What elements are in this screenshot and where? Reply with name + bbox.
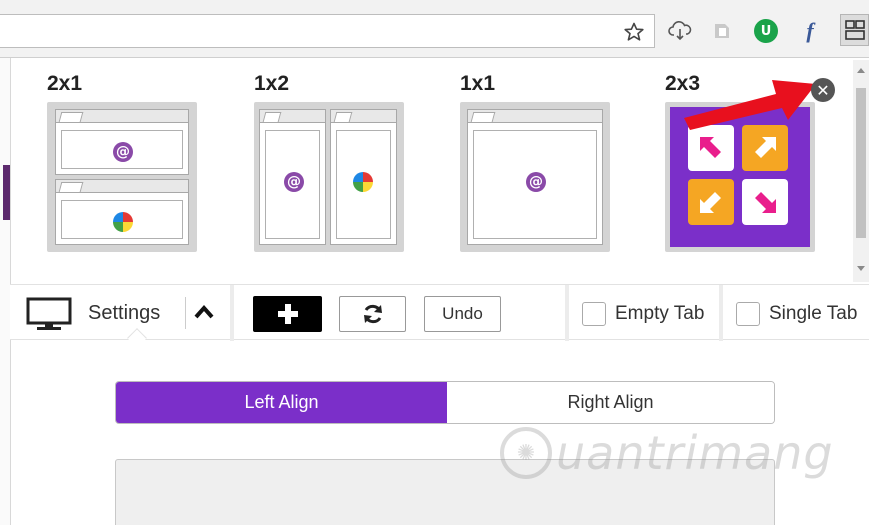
divider bbox=[719, 285, 723, 341]
scroll-thumb[interactable] bbox=[856, 88, 866, 238]
monitor-icon[interactable] bbox=[26, 297, 72, 331]
browser-window: U f 2x1 @ 1x2 @ 1x1 @ 2x3 ✕ Settings Und… bbox=[0, 0, 869, 525]
watermark-text: uantrimang bbox=[556, 426, 834, 480]
layouts-scrollbar[interactable] bbox=[853, 60, 869, 282]
page-behind-accent bbox=[3, 165, 10, 220]
facebook-extension-icon[interactable]: f bbox=[800, 18, 820, 44]
plus-icon bbox=[277, 304, 298, 324]
chevron-up-icon[interactable] bbox=[193, 303, 215, 321]
browser-ball-icon bbox=[353, 172, 373, 192]
layout-thumbnail[interactable]: @ bbox=[460, 102, 610, 252]
app-icon: @ bbox=[284, 172, 304, 192]
bookmark-star-icon[interactable] bbox=[624, 22, 644, 42]
arrow-down-right-icon bbox=[742, 179, 788, 225]
layout-label: 2x1 bbox=[47, 72, 83, 95]
layout-option-2x1[interactable]: 2x1 @ bbox=[47, 72, 197, 252]
layout-label: 1x1 bbox=[460, 72, 496, 95]
left-align-button[interactable]: Left Align bbox=[116, 382, 447, 423]
divider bbox=[565, 285, 569, 341]
layout-label: 1x2 bbox=[254, 72, 290, 95]
app-icon: @ bbox=[113, 142, 133, 162]
undo-button[interactable]: Undo bbox=[424, 296, 501, 332]
extension-green-icon[interactable]: U bbox=[754, 19, 778, 43]
refresh-icon bbox=[363, 304, 382, 324]
divider bbox=[185, 297, 186, 329]
empty-tab-checkbox[interactable] bbox=[582, 302, 606, 326]
divider bbox=[230, 285, 234, 341]
window-preview bbox=[330, 109, 397, 245]
cloud-download-icon[interactable] bbox=[668, 20, 692, 42]
settings-label[interactable]: Settings bbox=[88, 302, 160, 325]
window-preview: @ bbox=[467, 109, 603, 245]
add-layout-button[interactable] bbox=[253, 296, 322, 332]
window-preview: @ bbox=[259, 109, 326, 245]
window-preview: @ bbox=[55, 109, 189, 175]
watermark: ✺ uantrimang bbox=[500, 418, 834, 488]
browser-ball-icon bbox=[113, 212, 133, 232]
address-bar[interactable] bbox=[0, 14, 655, 48]
app-icon: @ bbox=[526, 172, 546, 192]
refresh-button[interactable] bbox=[339, 296, 406, 332]
window-preview bbox=[55, 179, 189, 245]
layout-option-1x1[interactable]: 1x1 @ bbox=[460, 72, 610, 252]
extension-gray-icon[interactable] bbox=[711, 20, 733, 42]
right-align-button[interactable]: Right Align bbox=[447, 382, 774, 423]
empty-tab-label[interactable]: Empty Tab bbox=[615, 303, 704, 325]
arrow-down-left-icon bbox=[688, 179, 734, 225]
close-icon[interactable]: ✕ bbox=[811, 78, 835, 102]
layout-thumbnail[interactable]: @ bbox=[254, 102, 404, 252]
page-behind-strip bbox=[0, 58, 10, 525]
scroll-down-arrow-icon[interactable] bbox=[857, 266, 865, 271]
tab-resize-extension-icon[interactable] bbox=[840, 14, 869, 46]
single-tab-label[interactable]: Single Tab bbox=[769, 303, 857, 325]
single-tab-checkbox[interactable] bbox=[736, 302, 760, 326]
red-annotation-arrow bbox=[684, 80, 816, 130]
layout-thumbnail[interactable]: @ bbox=[47, 102, 197, 252]
scroll-up-arrow-icon[interactable] bbox=[857, 68, 865, 73]
browser-toolbar: U f bbox=[0, 0, 869, 58]
controls-bar: Settings Undo Empty Tab Single Tab bbox=[10, 284, 869, 348]
lightbulb-logo-icon: ✺ bbox=[500, 427, 552, 479]
layout-option-1x2[interactable]: 1x2 @ bbox=[254, 72, 404, 252]
